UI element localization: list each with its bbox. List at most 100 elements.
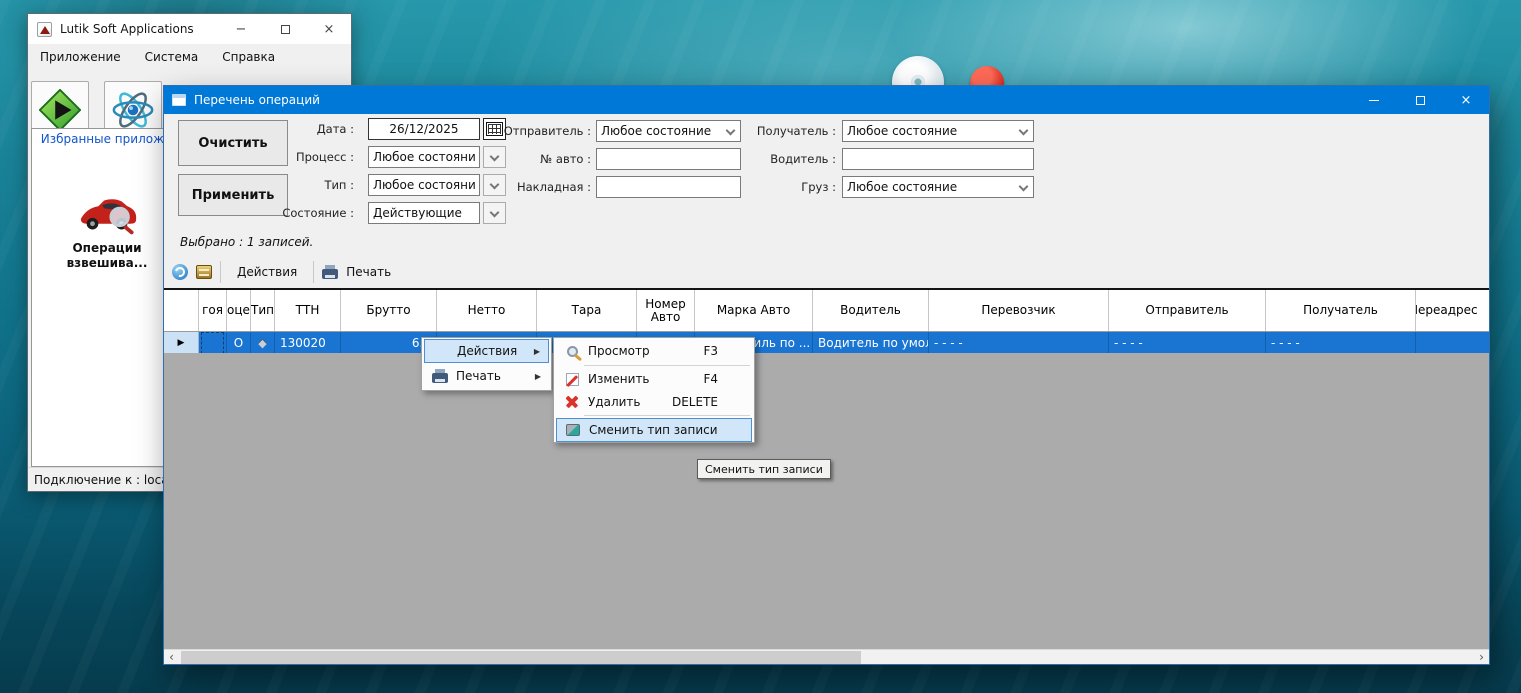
printer-icon bbox=[322, 269, 338, 279]
col-header-sender[interactable]: Отправитель bbox=[1109, 290, 1266, 331]
main-window-titlebar: Lutik Soft Applications − × bbox=[28, 14, 351, 44]
type-combo[interactable]: Любое состояни bbox=[368, 174, 480, 196]
submenu-change-record-type[interactable]: Сменить тип записи bbox=[556, 418, 752, 442]
driver-input[interactable] bbox=[842, 148, 1034, 170]
minimize-icon bbox=[1369, 100, 1379, 101]
maximize-button[interactable] bbox=[1397, 86, 1443, 114]
chevron-down-icon bbox=[1019, 125, 1029, 135]
operations-title: Перечень операций bbox=[194, 93, 320, 107]
col-header-netto[interactable]: Нетто bbox=[437, 290, 537, 331]
sender-combo[interactable]: Любое состояние bbox=[596, 120, 741, 142]
operations-grid: гоя оце Тип ТТН Брутто Нетто Тара Номер … bbox=[164, 288, 1489, 354]
menu-sistema[interactable]: Система bbox=[133, 45, 211, 69]
cell-ttn[interactable]: 130020 bbox=[275, 332, 341, 354]
maximize-button[interactable] bbox=[263, 14, 307, 44]
cell-sender[interactable]: - - - - bbox=[1109, 332, 1266, 354]
submenu-view[interactable]: Просмотр F3 bbox=[556, 339, 752, 363]
col-header-forwarding[interactable]: Переадрес bbox=[1416, 290, 1489, 331]
chevron-down-icon bbox=[1019, 181, 1029, 191]
date-label: Дата : bbox=[264, 118, 354, 140]
change-type-icon bbox=[561, 424, 585, 436]
cell-receiver[interactable]: - - - - bbox=[1266, 332, 1416, 354]
receiver-combo[interactable]: Любое состояние bbox=[842, 120, 1034, 142]
menu-bar: Приложение Система Справка bbox=[28, 44, 351, 70]
col-header-carrier[interactable]: Перевозчик bbox=[929, 290, 1109, 331]
maximize-icon bbox=[281, 25, 290, 34]
focus-rectangle bbox=[201, 332, 224, 354]
col-header-tara[interactable]: Тара bbox=[537, 290, 637, 331]
cell-forwarding[interactable] bbox=[1416, 332, 1489, 354]
scroll-right-arrow[interactable]: › bbox=[1474, 650, 1489, 665]
col-header-type[interactable]: Тип bbox=[251, 290, 275, 331]
app-icon bbox=[37, 22, 52, 37]
weighing-app-icon[interactable] bbox=[77, 191, 139, 241]
grid-corner-cell[interactable] bbox=[164, 290, 199, 331]
col-header-receiver[interactable]: Получатель bbox=[1266, 290, 1416, 331]
row-indicator: ▶ bbox=[164, 332, 199, 354]
scroll-left-arrow[interactable]: ‹ bbox=[164, 650, 179, 665]
toolbar-separator bbox=[220, 261, 221, 283]
menu-spravka[interactable]: Справка bbox=[210, 45, 287, 69]
col-header-state[interactable]: гоя bbox=[199, 290, 227, 331]
magnifier-icon bbox=[560, 346, 584, 357]
submenu-arrow-icon: ▶ bbox=[535, 372, 541, 381]
actions-menu-button[interactable]: Действия bbox=[229, 261, 305, 283]
atom-icon bbox=[110, 87, 156, 133]
chevron-down-icon bbox=[490, 207, 500, 217]
cell-state[interactable] bbox=[199, 332, 227, 354]
col-header-auto-number[interactable]: Номер Авто bbox=[637, 290, 695, 331]
receiver-label: Получатель : bbox=[746, 120, 836, 142]
col-header-brutto[interactable]: Брутто bbox=[341, 290, 437, 331]
green-play-icon bbox=[37, 87, 83, 133]
context-menu-print[interactable]: Печать ▶ bbox=[424, 364, 549, 388]
submenu-arrow-icon: ▶ bbox=[534, 347, 540, 356]
auto-number-label: № авто : bbox=[501, 148, 591, 170]
cargo-label: Груз : bbox=[746, 176, 836, 198]
submenu-delete[interactable]: Удалить DELETE bbox=[556, 391, 752, 413]
chevron-down-icon bbox=[490, 151, 500, 161]
col-header-auto-brand[interactable]: Марка Авто bbox=[695, 290, 813, 331]
desktop-background: Lutik Soft Applications − × Приложение С… bbox=[0, 0, 1521, 693]
type-label: Тип : bbox=[264, 174, 354, 196]
context-menu-actions[interactable]: Действия ▶ bbox=[424, 339, 549, 363]
col-header-driver[interactable]: Водитель bbox=[813, 290, 929, 331]
menu-separator bbox=[584, 365, 750, 366]
process-combo[interactable]: Любое состояни bbox=[368, 146, 480, 168]
state-combo[interactable]: Действующие bbox=[368, 202, 480, 224]
grid-toolbar: Действия Печать bbox=[164, 256, 1489, 288]
print-menu-button[interactable]: Печать bbox=[338, 261, 399, 283]
archive-icon[interactable] bbox=[196, 265, 212, 279]
cargo-combo[interactable]: Любое состояние bbox=[842, 176, 1034, 198]
state-label: Состояние : bbox=[264, 202, 354, 224]
submenu-edit[interactable]: Изменить F4 bbox=[556, 368, 752, 390]
col-header-ttn[interactable]: ТТН bbox=[275, 290, 341, 331]
minimize-button[interactable] bbox=[1351, 86, 1397, 114]
main-window-title: Lutik Soft Applications bbox=[60, 22, 194, 36]
auto-number-input[interactable] bbox=[596, 148, 741, 170]
cell-driver[interactable]: Водитель по умолч... bbox=[813, 332, 929, 354]
refresh-icon[interactable] bbox=[172, 264, 188, 280]
minimize-button[interactable]: − bbox=[219, 14, 263, 44]
col-header-process[interactable]: оце bbox=[227, 290, 251, 331]
close-button[interactable]: × bbox=[1443, 86, 1489, 114]
menu-prilozhenie[interactable]: Приложение bbox=[28, 45, 133, 69]
scrollbar-thumb[interactable] bbox=[181, 651, 861, 664]
waybill-input[interactable] bbox=[596, 176, 741, 198]
shortcut-label: F4 bbox=[703, 372, 718, 386]
date-input[interactable]: 26/12/2025 bbox=[368, 118, 480, 140]
operations-titlebar: Перечень операций × bbox=[164, 86, 1489, 114]
horizontal-scrollbar[interactable]: ‹ › bbox=[164, 649, 1489, 664]
process-label: Процесс : bbox=[264, 146, 354, 168]
cell-process[interactable]: О bbox=[227, 332, 251, 354]
printer-icon bbox=[428, 370, 452, 383]
tooltip: Сменить тип записи bbox=[697, 459, 831, 479]
table-row[interactable]: ▶ О ◆ 130020 6.6 2.6 4.0 А 000 Автомобил… bbox=[164, 332, 1489, 354]
cell-type[interactable]: ◆ bbox=[251, 332, 275, 354]
cell-carrier[interactable]: - - - - bbox=[929, 332, 1109, 354]
edit-icon bbox=[560, 373, 584, 386]
sender-label: Отправитель : bbox=[501, 120, 591, 142]
state-dropdown-button[interactable] bbox=[483, 202, 506, 224]
close-button[interactable]: × bbox=[307, 14, 351, 44]
favorite-app-label[interactable]: Операции взвешива... bbox=[42, 241, 172, 271]
shortcut-label: DELETE bbox=[672, 395, 718, 409]
